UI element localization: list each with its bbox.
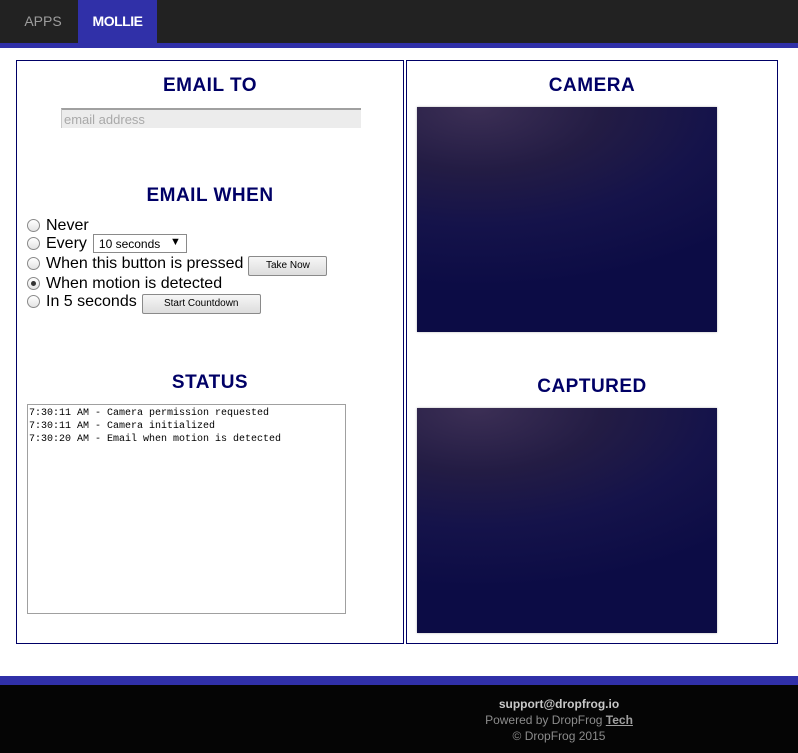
camera-panel: CAMERA CAPTURED	[406, 60, 778, 644]
radio-motion[interactable]	[27, 277, 40, 290]
option-never[interactable]: Never	[27, 216, 89, 235]
radio-countdown[interactable]	[27, 295, 40, 308]
captured-heading: CAPTURED	[537, 376, 647, 397]
status-line: 7:30:20 AM - Email when motion is detect…	[29, 434, 282, 445]
status-log[interactable]: 7:30:11 AM - Camera permission requested…	[27, 404, 346, 614]
status-heading: STATUS	[171, 372, 249, 393]
option-button-pressed-label: When this button is pressed	[46, 254, 244, 272]
tech-link[interactable]: Tech	[606, 713, 633, 727]
email-input[interactable]	[61, 108, 361, 128]
email-when-heading: EMAIL WHEN	[146, 185, 274, 206]
option-countdown[interactable]: In 5 seconds Start Countdown	[27, 292, 261, 314]
top-navbar: APPS MOLLIE	[0, 0, 798, 43]
camera-video	[417, 107, 717, 332]
status-line: 7:30:11 AM - Camera permission requested	[29, 408, 270, 419]
interval-select[interactable]: 10 seconds ▼	[92, 234, 187, 253]
interval-select-value: 10 seconds	[98, 236, 161, 251]
option-motion[interactable]: When motion is detected	[27, 274, 222, 293]
email-to-heading: EMAIL TO	[162, 75, 258, 96]
nav-tab-apps[interactable]: APPS	[0, 0, 86, 43]
captured-image	[417, 408, 717, 633]
take-now-button[interactable]: Take Now	[248, 255, 328, 276]
option-countdown-label: In 5 seconds	[46, 292, 137, 310]
option-every[interactable]: Every 10 seconds ▼	[27, 234, 187, 253]
camera-heading: CAMERA	[548, 75, 636, 96]
radio-never[interactable]	[27, 219, 40, 232]
footer-accent-bar	[0, 676, 798, 685]
radio-button-pressed[interactable]	[27, 257, 40, 270]
option-button-pressed[interactable]: When this button is pressed Take Now	[27, 254, 328, 276]
controls-panel: EMAIL TO EMAIL WHEN Never Every 10 secon…	[16, 60, 404, 644]
chevron-down-icon: ▼	[170, 236, 181, 248]
start-countdown-button[interactable]: Start Countdown	[141, 293, 261, 314]
radio-every[interactable]	[27, 237, 40, 250]
option-motion-label: When motion is detected	[46, 274, 223, 292]
option-every-label: Every	[46, 234, 87, 252]
powered-by: Powered by DropFrog Tech	[320, 713, 798, 727]
nav-tab-mollie[interactable]: MOLLIE	[78, 0, 157, 43]
option-never-label: Never	[46, 216, 89, 234]
nav-underline	[0, 43, 798, 48]
support-email[interactable]: support@dropfrog.io	[320, 697, 798, 711]
footer: support@dropfrog.io Powered by DropFrog …	[0, 685, 798, 753]
status-line: 7:30:11 AM - Camera initialized	[29, 421, 216, 432]
powered-by-text: Powered by DropFrog	[485, 713, 606, 727]
copyright: © DropFrog 2015	[512, 729, 606, 743]
